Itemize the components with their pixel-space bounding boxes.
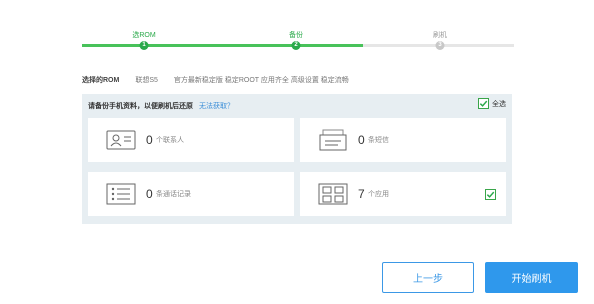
rom-description: 官方最新稳定版 稳定ROOT 应用齐全 高级设置 稳定流畅 [173, 77, 349, 84]
rom-info-bar: 选择的ROM 联想S5 官方最新稳定版 稳定ROOT 应用齐全 高级设置 稳定流… [82, 74, 349, 86]
contacts-count: 0 [146, 133, 153, 147]
call-log-unit: 条通话记录 [156, 191, 191, 198]
sms-unit: 条短信 [368, 137, 389, 144]
rom-info-label: 选择的ROM [82, 77, 120, 84]
apps-count: 7 [358, 187, 365, 201]
progress-stepper: 选ROM 1 备份 2 刷机 3 [82, 30, 514, 54]
step-dot-2: 2 [291, 41, 301, 50]
select-all-label: 全选 [492, 100, 506, 108]
checkmark-icon [486, 191, 495, 198]
select-all-toggle[interactable]: 全选 [478, 98, 506, 109]
apps-unit: 个应用 [368, 191, 389, 198]
checkmark-icon [479, 100, 488, 107]
start-flash-button[interactable]: 开始刷机 [485, 262, 578, 293]
backup-item-call-log[interactable]: 0 条通话记录 [88, 172, 294, 216]
panel-title: 请备份手机资料，以便刷机后还原 [88, 103, 193, 110]
stepper-progress-fill [82, 44, 363, 47]
step-label-flash: 刷机 [433, 32, 447, 39]
contact-card-icon [106, 129, 136, 151]
panel-header: 请备份手机资料，以便刷机后还原 无法获取？ [88, 99, 234, 113]
contacts-unit: 个联系人 [156, 137, 184, 144]
backup-item-contacts[interactable]: 0 个联系人 [88, 118, 294, 162]
step-dot-1: 1 [139, 41, 149, 50]
previous-step-button[interactable]: 上一步 [382, 262, 474, 293]
sms-count: 0 [358, 133, 365, 147]
select-all-checkbox[interactable] [478, 98, 489, 109]
step-dot-3: 3 [435, 41, 445, 50]
step-label-select-rom: 选ROM [132, 32, 156, 39]
backup-item-sms[interactable]: 0 条短信 [300, 118, 506, 162]
help-link[interactable]: 无法获取？ [199, 101, 234, 111]
call-log-list-icon [106, 183, 136, 205]
apps-grid-icon [318, 183, 348, 205]
apps-checkbox[interactable] [485, 188, 496, 200]
step-label-backup: 备份 [289, 32, 303, 39]
call-log-count: 0 [146, 187, 153, 201]
message-envelope-icon [318, 129, 348, 151]
backup-panel: 请备份手机资料，以便刷机后还原 无法获取？ 全选 0 个联系人 0 条短信 0 … [82, 94, 512, 224]
rom-model: 联想S5 [135, 77, 158, 84]
backup-item-apps[interactable]: 7 个应用 [300, 172, 506, 216]
